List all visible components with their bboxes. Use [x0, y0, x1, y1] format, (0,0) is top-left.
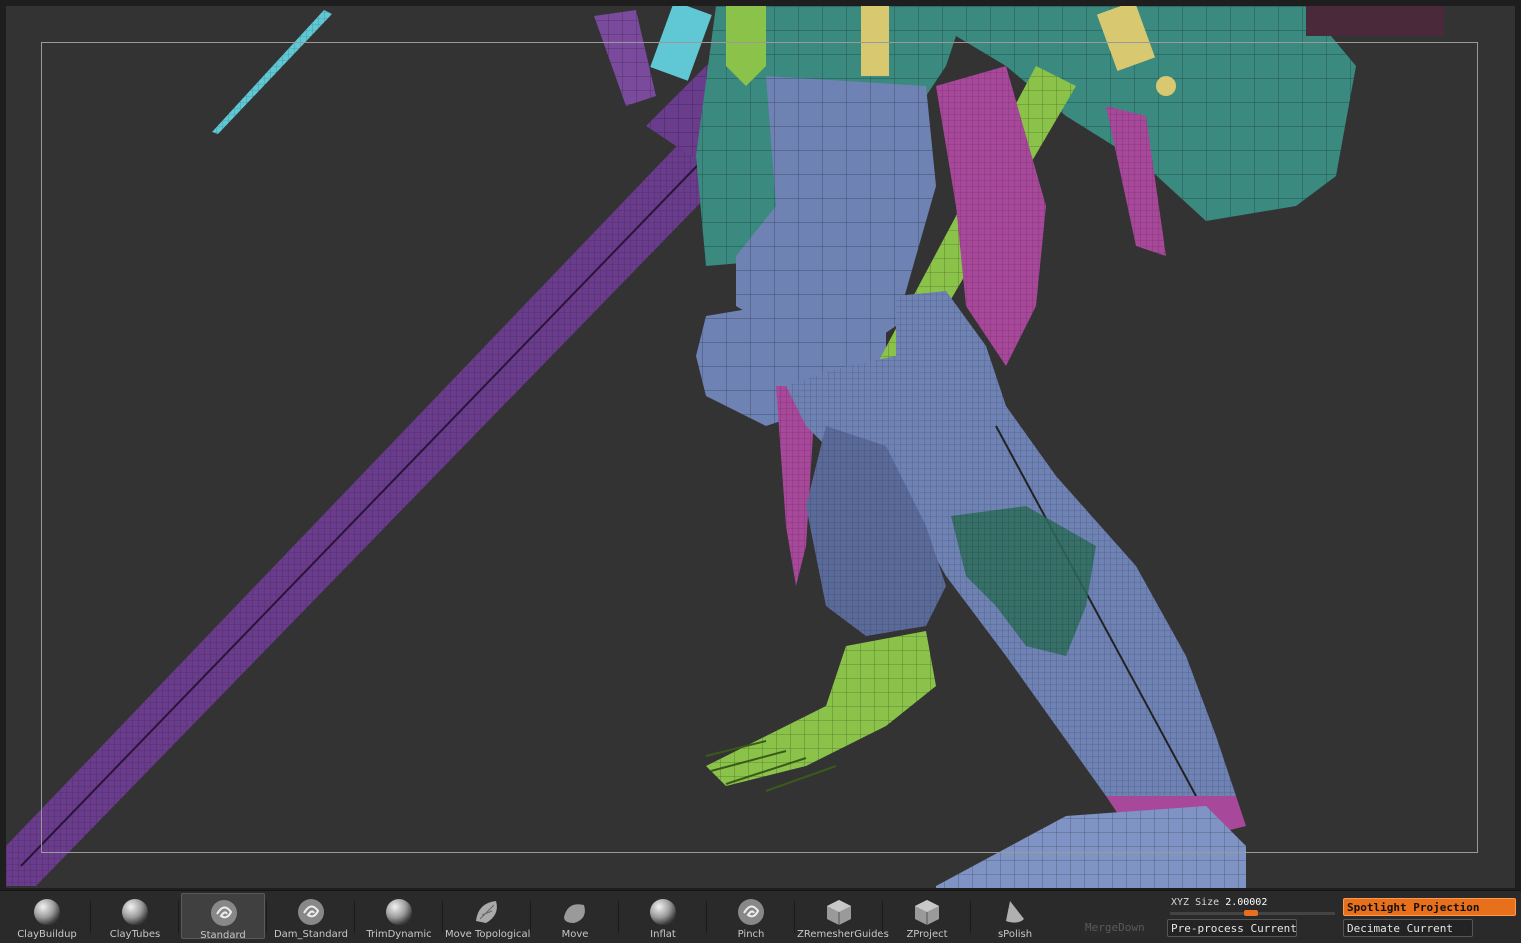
- preprocess-current-button[interactable]: Pre-process Current: [1167, 919, 1297, 937]
- brush-label: Pinch: [737, 929, 765, 940]
- brush-label: sPolish: [997, 929, 1033, 940]
- merge-down-button[interactable]: MergeDown: [1082, 919, 1160, 937]
- brush-separator: [618, 901, 619, 933]
- brush-separator: [178, 901, 179, 933]
- brush-label: ClayBuildup: [17, 929, 77, 940]
- cube-brush-icon: [912, 897, 942, 927]
- swirl-brush-icon: [736, 897, 766, 927]
- brush-label: TrimDynamic: [366, 929, 432, 940]
- sphere-brush-icon: [648, 897, 678, 927]
- brush-separator: [794, 901, 795, 933]
- brush-separator: [354, 901, 355, 933]
- sphere-brush-icon: [120, 897, 150, 927]
- brush-label: Standard: [200, 930, 246, 941]
- brush-separator: [882, 901, 883, 933]
- xyz-size-value: 2.00002: [1225, 897, 1268, 908]
- brush-separator: [90, 901, 91, 933]
- swirl-brush-icon: [296, 897, 326, 927]
- brush-standard[interactable]: Standard: [181, 893, 265, 941]
- brush-move[interactable]: Move: [533, 893, 617, 940]
- brush-label: ZProject: [906, 929, 948, 940]
- brush-separator: [266, 901, 267, 933]
- shell-brush-icon: [472, 897, 502, 927]
- brush-inflat[interactable]: Inflat: [621, 893, 705, 940]
- blob-brush-icon: [560, 897, 590, 927]
- brush-move-topological[interactable]: Move Topological: [445, 893, 531, 940]
- brush-spolish[interactable]: sPolish: [973, 893, 1057, 940]
- brush-label: ZRemesherGuides: [797, 929, 889, 940]
- decimate-current-button[interactable]: Decimate Current: [1343, 919, 1473, 937]
- brush-separator: [706, 901, 707, 933]
- cube-brush-icon: [824, 897, 854, 927]
- brush-claytubes[interactable]: ClayTubes: [93, 893, 177, 940]
- brush-claybuildup[interactable]: ClayBuildup: [5, 893, 89, 940]
- document-frame: [41, 42, 1478, 853]
- xyz-size-label: XYZ Size 2.00002: [1171, 897, 1268, 908]
- spotlight-projection-button[interactable]: Spotlight Projection: [1343, 898, 1516, 916]
- sphere-brush-icon: [32, 897, 62, 927]
- brush-shelf: ClayBuildup ClayTubes Standard Dam_Standard…: [0, 890, 1521, 943]
- cone-brush-icon: [1000, 897, 1030, 927]
- brush-zremesherguides[interactable]: ZRemesherGuides: [797, 893, 889, 940]
- brush-label: Inflat: [650, 929, 676, 940]
- brush-pinch[interactable]: Pinch: [709, 893, 793, 940]
- brush-dam-standard[interactable]: Dam_Standard: [269, 893, 353, 940]
- brush-zproject[interactable]: ZProject: [885, 893, 969, 940]
- brush-separator: [970, 901, 971, 933]
- 3d-viewport[interactable]: [6, 6, 1515, 888]
- brush-label: Move Topological: [445, 929, 531, 940]
- swirl-brush-icon: [209, 898, 239, 928]
- brush-label: Dam_Standard: [273, 929, 349, 940]
- xyz-size-slider-handle[interactable]: [1244, 910, 1259, 916]
- sphere-brush-icon: [384, 897, 414, 927]
- brush-separator: [530, 901, 531, 933]
- brush-label: Move: [561, 929, 589, 940]
- brush-separator: [442, 901, 443, 933]
- brush-label: ClayTubes: [109, 929, 161, 940]
- brush-trimdynamic[interactable]: TrimDynamic: [357, 893, 441, 940]
